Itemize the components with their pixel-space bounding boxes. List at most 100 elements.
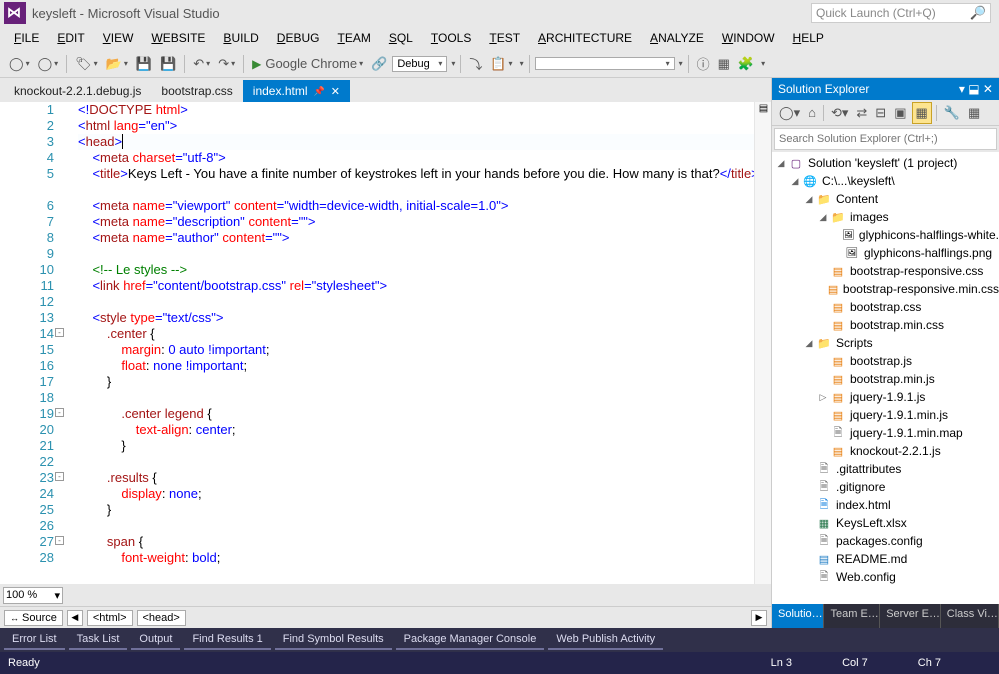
panel-tab[interactable]: Team E…	[824, 604, 880, 628]
process-dropdown[interactable]: 📋▾	[487, 54, 515, 74]
tree-node[interactable]: ▦KeysLeft.xlsx	[772, 514, 999, 532]
tree-node[interactable]: ◢Scripts	[772, 334, 999, 352]
tree-node[interactable]: ◢🌐C:\...\keysleft\	[772, 172, 999, 190]
tree-node[interactable]: 🗎Web.config	[772, 568, 999, 586]
new-project-button[interactable]: 🏷▾	[72, 54, 101, 74]
view-button[interactable]: ▦	[965, 103, 983, 123]
code-editor[interactable]: 12345 67891011121314-1516171819-20212223…	[0, 102, 771, 584]
tool-tab-error-list[interactable]: Error List	[4, 630, 65, 650]
solution-search-input[interactable]	[774, 128, 997, 150]
tree-node[interactable]: ▤bootstrap-responsive.css	[772, 262, 999, 280]
breadcrumb-html[interactable]: <html>	[87, 610, 133, 626]
close-icon[interactable]: ✕	[331, 85, 340, 98]
fold-icon[interactable]: -	[55, 328, 64, 337]
tree-node[interactable]: 🗎.gitattributes	[772, 460, 999, 478]
open-file-button[interactable]: 📂▾	[103, 54, 131, 74]
tree-node[interactable]: ◢Content	[772, 190, 999, 208]
save-all-button[interactable]: 💾	[157, 54, 179, 74]
tree-node[interactable]: 🗎.gitignore	[772, 478, 999, 496]
tree-node[interactable]: glyphicons-halflings-white.	[772, 226, 999, 244]
pin-icon[interactable]: 📌	[314, 86, 325, 97]
tree-node[interactable]: ▤jquery-1.9.1.min.js	[772, 406, 999, 424]
tree-node[interactable]: glyphicons-halflings.png	[772, 244, 999, 262]
tool-tab-web-publish-activity[interactable]: Web Publish Activity	[548, 630, 663, 650]
nav-forward-button[interactable]: ◯▾	[35, 54, 62, 74]
panel-tab[interactable]: Server E…	[880, 604, 941, 628]
tree-node[interactable]: ▷▤jquery-1.9.1.js	[772, 388, 999, 406]
menu-help[interactable]: HELP	[785, 28, 832, 48]
tree-node[interactable]: ◢▢Solution 'keysleft' (1 project)	[772, 154, 999, 172]
breadcrumb-forward[interactable]: ▶	[751, 610, 767, 626]
collapse-button[interactable]: ⊟	[872, 103, 889, 123]
menu-analyze[interactable]: ANALYZE	[642, 28, 712, 48]
info-icon[interactable]: ⓘ	[694, 52, 713, 75]
solution-tree[interactable]: ◢▢Solution 'keysleft' (1 project)◢🌐C:\..…	[772, 152, 999, 604]
solution-search[interactable]	[774, 128, 997, 150]
fold-icon[interactable]: -	[55, 536, 64, 545]
menu-file[interactable]: FILE	[6, 28, 47, 48]
panel-tab[interactable]: Class Vi…	[941, 604, 999, 628]
fold-icon[interactable]: -	[55, 408, 64, 417]
breadcrumb-head[interactable]: <head>	[137, 610, 186, 626]
expander-icon[interactable]: ◢	[790, 176, 800, 187]
menu-architecture[interactable]: ARCHITECTURE	[530, 28, 640, 48]
save-button[interactable]: 💾	[133, 54, 155, 74]
tab-index-html[interactable]: index.html📌✕	[243, 80, 350, 102]
extension-icon-2[interactable]: 🧩	[735, 54, 757, 74]
back-button[interactable]: ◯▾	[776, 103, 803, 123]
menu-sql[interactable]: SQL	[381, 28, 421, 48]
menu-test[interactable]: TEST	[481, 28, 528, 48]
tree-node[interactable]: ◢images	[772, 208, 999, 226]
menu-view[interactable]: VIEW	[95, 28, 142, 48]
redo-button[interactable]: ↷▾	[215, 54, 238, 74]
tab-knockout-2-2-1-debug-js[interactable]: knockout-2.2.1.debug.js	[4, 80, 151, 102]
home-button[interactable]: ⌂	[805, 103, 819, 122]
tree-node[interactable]: ▤bootstrap.css	[772, 298, 999, 316]
config-dropdown[interactable]: Debug▾	[392, 56, 447, 72]
menu-tools[interactable]: TOOLS	[423, 28, 479, 48]
tree-node[interactable]: ▤bootstrap.js	[772, 352, 999, 370]
breadcrumb-back[interactable]: ◀	[67, 610, 83, 626]
source-view-button[interactable]: ↔Source	[4, 610, 63, 626]
tab-bootstrap-css[interactable]: bootstrap.css	[151, 80, 242, 102]
fold-icon[interactable]: -	[55, 472, 64, 481]
sync-button[interactable]: ⟲▾	[828, 103, 851, 123]
zoom-dropdown[interactable]: 100 %▾	[3, 587, 63, 604]
panel-tab[interactable]: Solutio…	[772, 604, 824, 628]
tool-tab-package-manager-console[interactable]: Package Manager Console	[396, 630, 545, 650]
menu-build[interactable]: BUILD	[215, 28, 266, 48]
extension-icon[interactable]: ▦	[715, 54, 733, 74]
quick-launch-input[interactable]: Quick Launch (Ctrl+Q) 🔍	[811, 3, 991, 23]
tree-node[interactable]: ▤bootstrap.min.js	[772, 370, 999, 388]
platform-dropdown[interactable]: ▾	[535, 57, 675, 70]
pin-icon[interactable]: ▾ ⬓ ✕	[959, 82, 993, 96]
menu-website[interactable]: WEBSITE	[143, 28, 213, 48]
run-button[interactable]: ▶Google Chrome▾	[249, 54, 366, 73]
tool-tab-find-symbol-results[interactable]: Find Symbol Results	[275, 630, 392, 650]
menu-edit[interactable]: EDIT	[49, 28, 92, 48]
undo-button[interactable]: ↶▾	[190, 54, 213, 74]
step-button[interactable]: ⤵	[466, 52, 485, 75]
tree-node[interactable]: 🗎jquery-1.9.1.min.map	[772, 424, 999, 442]
tree-node[interactable]: ▤bootstrap-responsive.min.css	[772, 280, 999, 298]
tree-node[interactable]: ▤knockout-2.2.1.js	[772, 442, 999, 460]
properties-button[interactable]: 🔧	[941, 103, 963, 123]
tool-tab-output[interactable]: Output	[131, 630, 180, 650]
vertical-scrollbar[interactable]: ▤	[754, 102, 771, 584]
tool-tab-find-results-1[interactable]: Find Results 1	[184, 630, 270, 650]
expander-icon[interactable]: ▷	[818, 392, 828, 403]
menu-debug[interactable]: DEBUG	[269, 28, 328, 48]
tree-node[interactable]: ▤README.md	[772, 550, 999, 568]
nav-back-button[interactable]: ◯▾	[6, 54, 33, 74]
tree-node[interactable]: 🗎index.html	[772, 496, 999, 514]
code-area[interactable]: <!DOCTYPE html><html lang="en"><head> <m…	[60, 102, 771, 584]
tool-tab-task-list[interactable]: Task List	[69, 630, 128, 650]
expander-icon[interactable]: ◢	[776, 158, 786, 169]
preview-button[interactable]: ▦	[912, 102, 932, 124]
split-icon[interactable]: ▤	[756, 103, 771, 118]
expander-icon[interactable]: ◢	[818, 212, 828, 223]
tree-node[interactable]: 🗎packages.config	[772, 532, 999, 550]
show-all-button[interactable]: ▣	[891, 103, 909, 123]
expander-icon[interactable]: ◢	[804, 338, 814, 349]
browser-link-button[interactable]: 🔗	[368, 54, 390, 74]
